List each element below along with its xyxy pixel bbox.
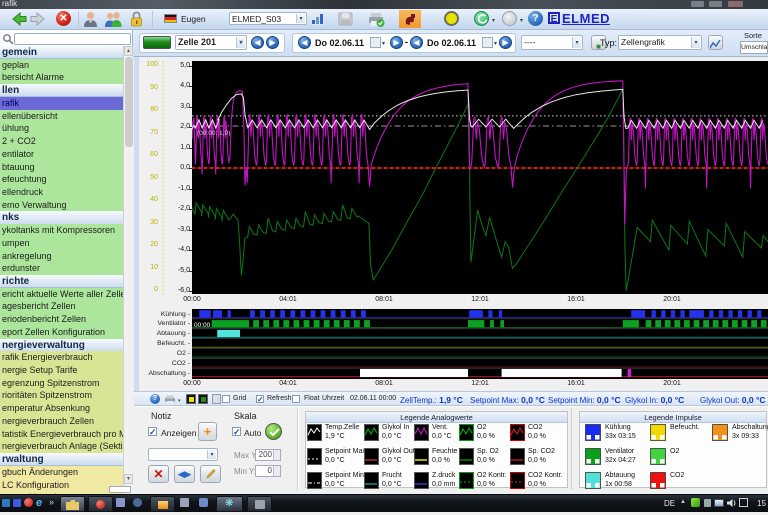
svg-text:00:00: 00:00 <box>194 322 211 329</box>
svg-text:(00:00: 1,9): (00:00: 1,9) <box>197 130 230 137</box>
